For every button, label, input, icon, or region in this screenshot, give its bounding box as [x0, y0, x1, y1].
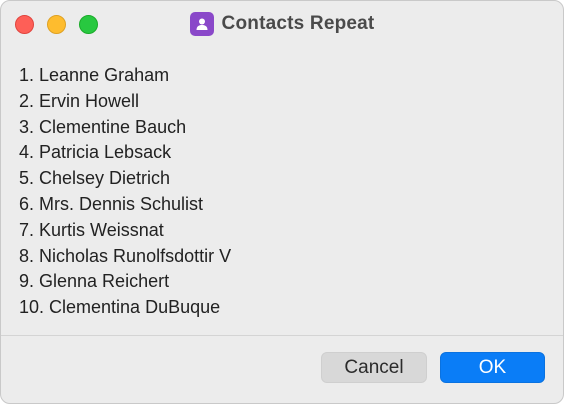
- list-item: 3. Clementine Bauch: [19, 116, 187, 137]
- list-item: 5. Chelsey Dietrich: [19, 168, 171, 189]
- contacts-content: 1. Leanne Graham 2. Ervin Howell 3. Clem…: [19, 63, 539, 321]
- cancel-button[interactable]: Cancel: [321, 352, 427, 383]
- dialog-window: Contacts Repeat 1. Leanne Graham 2. Ervi…: [0, 0, 564, 404]
- list-item: 4. Patricia Lebsack: [19, 142, 172, 163]
- window-title: Contacts Repeat: [221, 13, 375, 34]
- list-item: 1. Leanne Graham: [19, 65, 170, 85]
- person-icon: [189, 12, 214, 36]
- title-bar: Contacts Repeat: [1, 1, 563, 47]
- title-group: Contacts Repeat: [1, 1, 563, 47]
- list-item: 10. Clementina DuBuque: [19, 297, 221, 318]
- ok-button[interactable]: OK: [440, 352, 545, 383]
- list-item: 8. Nicholas Runolfsdottir V: [19, 245, 232, 266]
- contact-list: 1. Leanne Graham 2. Ervin Howell 3. Clem…: [19, 63, 539, 321]
- list-item: 6. Mrs. Dennis Schulist: [19, 193, 204, 214]
- list-item: 2. Ervin Howell: [19, 90, 140, 111]
- list-item: 9. Glenna Reichert: [19, 271, 170, 292]
- list-item: 7. Kurtis Weissnat: [19, 219, 164, 240]
- divider: [1, 335, 563, 336]
